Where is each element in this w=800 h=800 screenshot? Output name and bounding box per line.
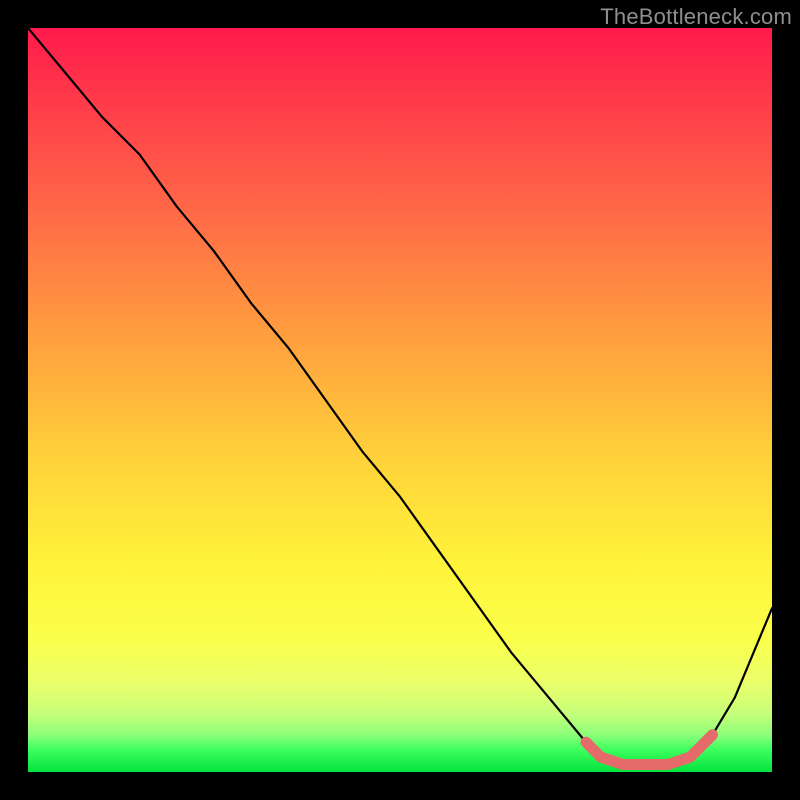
bottleneck-curve-highlight (586, 735, 712, 765)
curve-layer (28, 28, 772, 772)
attribution-text: TheBottleneck.com (600, 4, 792, 30)
chart-frame: { "attribution": "TheBottleneck.com", "c… (0, 0, 800, 800)
bottleneck-curve-main (28, 28, 772, 765)
plot-area (28, 28, 772, 772)
